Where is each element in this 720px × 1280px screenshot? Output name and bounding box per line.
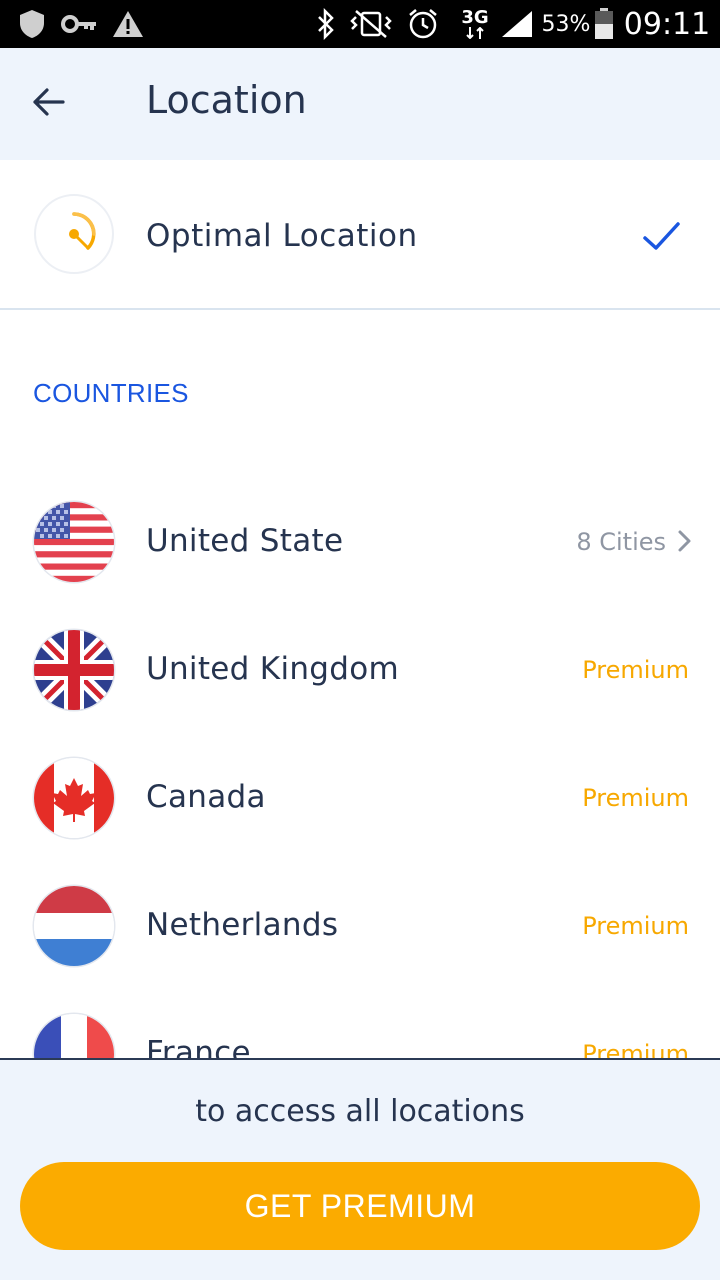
country-name: Canada xyxy=(146,779,266,815)
premium-badge: Premium xyxy=(582,1040,689,1058)
netherlands-flag-icon xyxy=(34,886,114,966)
country-name: United State xyxy=(146,523,344,559)
uk-flag-icon xyxy=(34,630,114,710)
network-label: 3G xyxy=(461,7,489,28)
country-row-france[interactable]: France Premium xyxy=(0,988,720,1058)
shield-icon xyxy=(14,0,50,48)
cities-count: 8 Cities xyxy=(576,528,666,556)
country-list[interactable]: United State 8 Cities United Kingdom Pre… xyxy=(0,476,720,1058)
country-row-united-kingdom[interactable]: United Kingdom Premium xyxy=(0,604,720,732)
us-flag-icon xyxy=(34,502,114,582)
countries-section-title: COUNTRIES xyxy=(33,378,189,408)
premium-badge: Premium xyxy=(582,784,689,812)
battery-percentage: 53% xyxy=(541,11,591,37)
signal-icon xyxy=(498,0,536,48)
premium-badge: Premium xyxy=(582,656,689,684)
country-name: France xyxy=(146,1035,251,1058)
france-flag-icon xyxy=(34,1014,114,1058)
alarm-icon xyxy=(404,0,442,48)
optimal-location-icon xyxy=(34,194,114,274)
country-row-canada[interactable]: Canada Premium xyxy=(0,732,720,860)
chevron-right-icon xyxy=(674,528,694,554)
country-name: Netherlands xyxy=(146,907,339,943)
arrow-left-icon xyxy=(31,87,65,122)
optimal-location-option[interactable]: Optimal Location xyxy=(0,160,720,310)
back-button[interactable] xyxy=(22,80,74,128)
get-premium-button[interactable]: GET PREMIUM xyxy=(20,1162,700,1250)
country-row-netherlands[interactable]: Netherlands Premium xyxy=(0,860,720,988)
page-title: Location xyxy=(146,78,307,122)
vibrate-icon xyxy=(346,0,396,48)
premium-message: to access all locations xyxy=(195,1094,525,1129)
battery-icon xyxy=(592,0,616,48)
clock: 09:11 xyxy=(623,6,711,42)
optimal-location-label: Optimal Location xyxy=(146,218,418,254)
warning-icon xyxy=(110,0,146,48)
key-icon xyxy=(60,0,100,48)
bluetooth-icon xyxy=(312,0,340,48)
canada-flag-icon xyxy=(34,758,114,838)
app-bar: Location xyxy=(0,48,720,160)
country-row-united-states[interactable]: United State 8 Cities xyxy=(0,476,720,604)
network-3g-icon: 3G xyxy=(456,0,494,48)
status-bar: 3G 53% 09:11 xyxy=(0,0,720,48)
checkmark-icon xyxy=(640,214,684,258)
premium-footer: to access all locations GET PREMIUM xyxy=(0,1058,720,1280)
country-name: United Kingdom xyxy=(146,651,400,687)
premium-badge: Premium xyxy=(582,912,689,940)
